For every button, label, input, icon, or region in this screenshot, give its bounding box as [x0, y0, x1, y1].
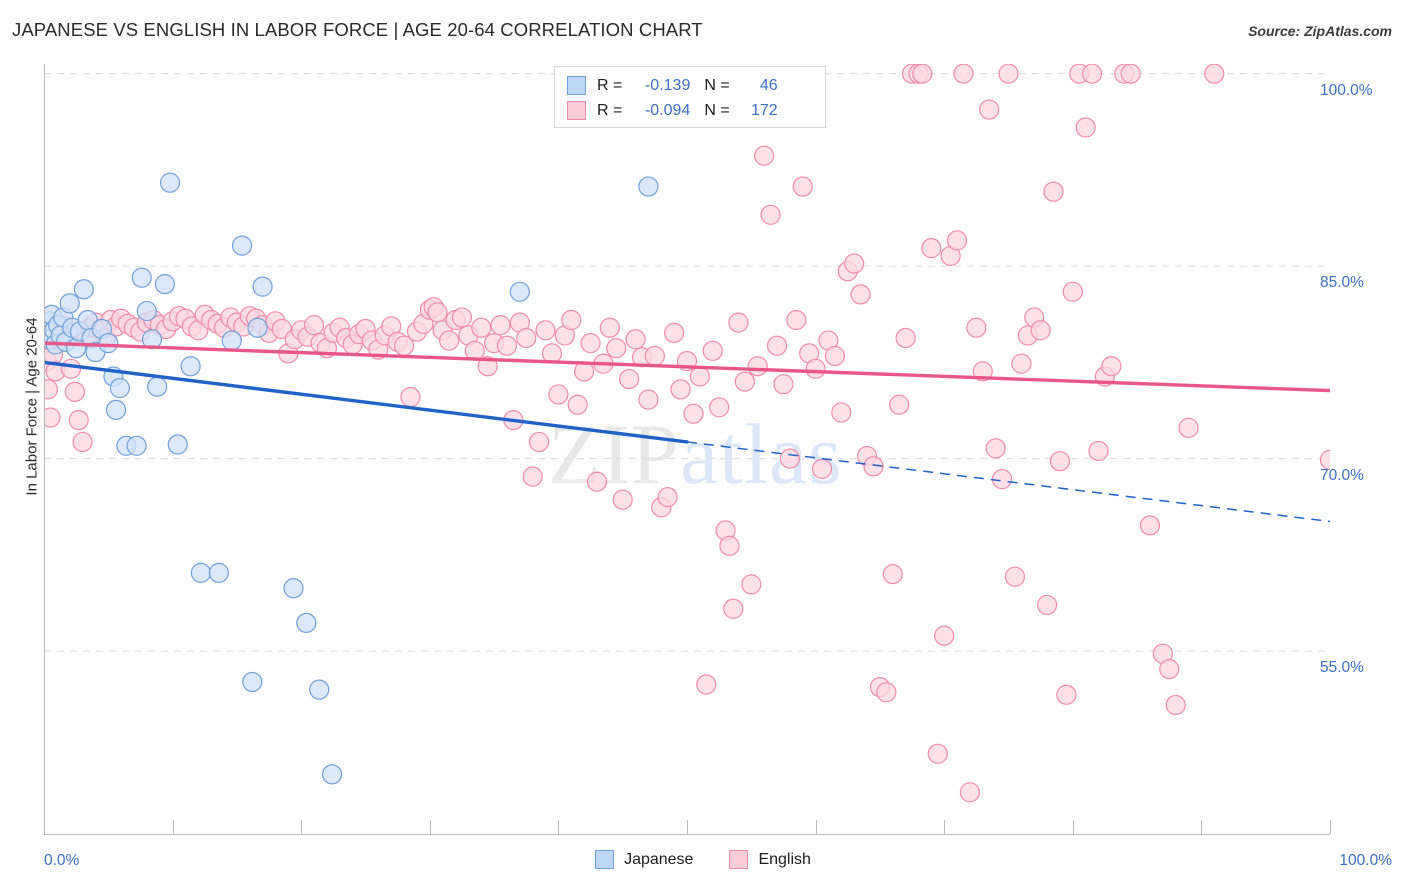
x-axis-tick — [429, 820, 431, 834]
japanese-points-group — [44, 172, 659, 785]
r-value-english: -0.094 — [644, 101, 691, 119]
y-axis-tick-label: 55.0% — [1320, 659, 1364, 677]
legend-label-japanese: Japanese — [624, 850, 694, 868]
n-value-japanese: 46 — [759, 76, 778, 94]
y-axis-tick-label: 100.0% — [1320, 81, 1373, 99]
x-axis-tick — [301, 820, 303, 834]
r-label-english: R = — [597, 101, 623, 119]
stats-row-japanese: R = -0.139 N = 46 — [567, 73, 815, 98]
x-axis-tick — [558, 820, 560, 834]
x-axis-line — [44, 834, 1330, 835]
english-swatch-icon — [567, 101, 586, 120]
english-points-group — [44, 64, 1330, 803]
legend-entry-japanese[interactable]: Japanese — [595, 850, 693, 869]
y-axis-line — [44, 64, 45, 834]
x-axis-tick — [1072, 820, 1074, 834]
x-axis-tick — [815, 820, 817, 834]
x-axis-tick — [1330, 820, 1331, 834]
stats-row-english: R = -0.094 N = 172 — [567, 98, 815, 123]
plot-area — [44, 64, 1330, 834]
japanese-legend-swatch-icon — [595, 850, 615, 869]
r-value-japanese: -0.139 — [644, 76, 691, 94]
y-axis-tick-label: 70.0% — [1320, 466, 1364, 484]
source-attribution: Source: ZipAtlas.com — [1248, 23, 1392, 39]
legend-entry-english[interactable]: English — [729, 850, 811, 869]
japanese-swatch-icon — [567, 76, 586, 95]
n-label-japanese: N = — [704, 76, 730, 94]
r-label-japanese: R = — [597, 76, 623, 94]
n-value-english: 172 — [750, 101, 778, 119]
x-axis-tick — [687, 820, 688, 834]
page-title: JAPANESE VS ENGLISH IN LABOR FORCE | AGE… — [12, 19, 703, 40]
y-axis-title: In Labor Force | Age 20-64 — [23, 317, 41, 496]
series-legend: Japanese English — [0, 850, 1406, 869]
correlation-chart-page: JAPANESE VS ENGLISH IN LABOR FORCE | AGE… — [0, 0, 1406, 892]
x-axis-tick — [944, 820, 946, 834]
x-axis-tick — [1201, 820, 1203, 834]
x-axis-tick — [44, 820, 45, 834]
x-axis-tick — [172, 820, 174, 834]
scatter-plot-svg — [44, 64, 1330, 803]
legend-label-english: English — [758, 850, 811, 868]
correlation-stats-legend: R = -0.139 N = 46 R = -0.094 N = 172 — [554, 66, 826, 128]
y-axis-tick-label: 85.0% — [1320, 274, 1364, 292]
english-legend-swatch-icon — [729, 850, 749, 869]
n-label-english: N = — [704, 101, 730, 119]
